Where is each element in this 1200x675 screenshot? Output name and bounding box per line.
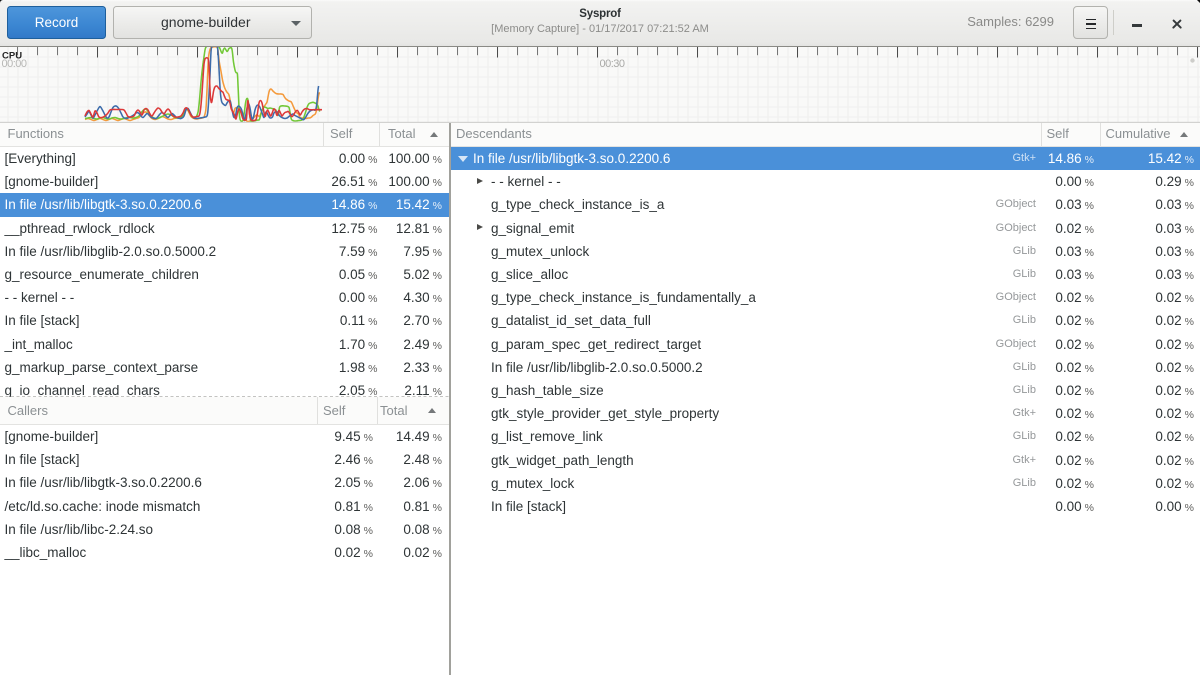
svg-text:00:00: 00:00 bbox=[2, 58, 27, 70]
svg-text:00:30: 00:30 bbox=[600, 58, 625, 70]
